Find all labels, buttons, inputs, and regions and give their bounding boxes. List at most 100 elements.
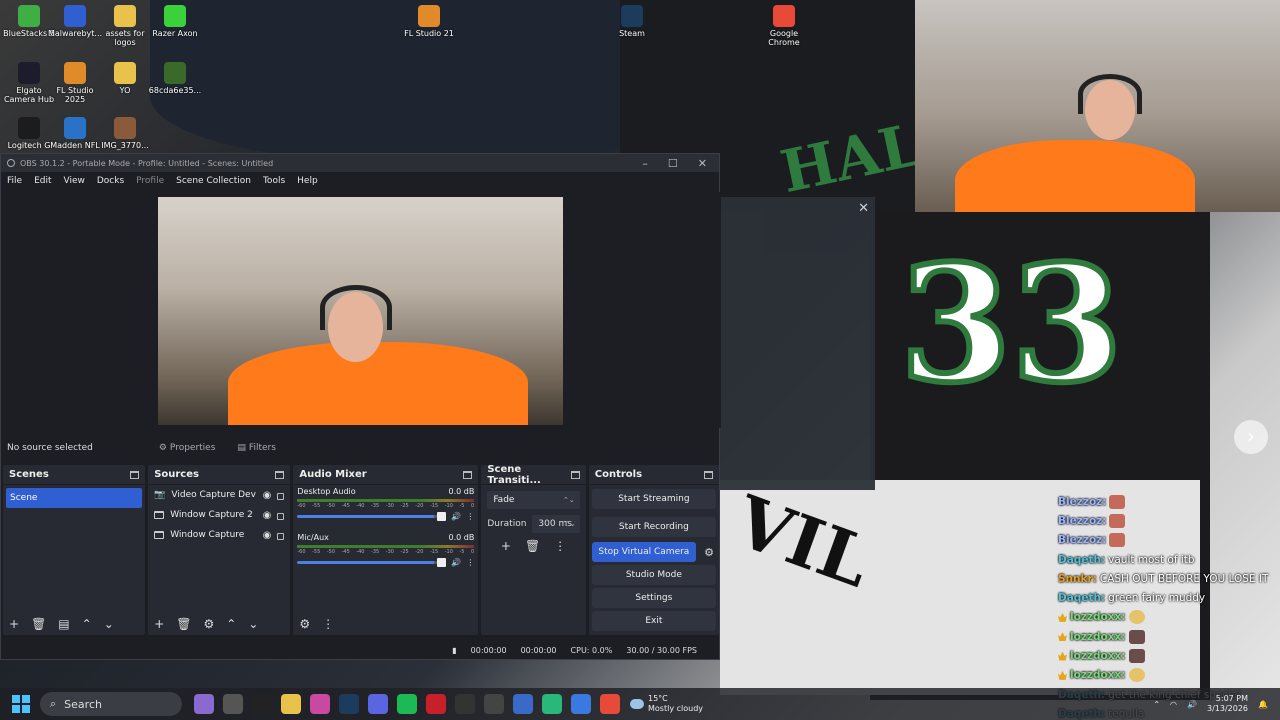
volume-slider[interactable]: [297, 558, 447, 567]
chevron-down-icon[interactable]: ⌄: [104, 617, 114, 631]
taskbar-app-icon[interactable]: [542, 694, 562, 714]
minimize-icon[interactable]: –: [642, 157, 648, 170]
chevron-up-icon[interactable]: ⌃: [1153, 700, 1160, 709]
studio-mode-button[interactable]: Studio Mode: [591, 565, 716, 585]
clock[interactable]: 5:07 PM 3/13/2026: [1207, 694, 1248, 714]
taskbar-app-icon[interactable]: [484, 694, 504, 714]
taskbar-app-icon[interactable]: [426, 694, 446, 714]
desktop-icon[interactable]: Steam: [603, 5, 661, 38]
more-icon[interactable]: ⋮: [322, 617, 334, 631]
menu-help[interactable]: Help: [297, 176, 318, 186]
lock-icon[interactable]: [277, 492, 285, 500]
source-row[interactable]: Window Capture ◉: [148, 525, 290, 545]
taskbar-app-icon[interactable]: [600, 694, 620, 714]
more-icon[interactable]: ⋮: [466, 558, 474, 567]
scene-item[interactable]: Scene: [6, 488, 143, 508]
more-icon[interactable]: ⋮: [466, 512, 474, 521]
chevron-right-icon[interactable]: ›: [1234, 420, 1268, 454]
gear-icon[interactable]: ⚙: [203, 617, 214, 631]
transition-select[interactable]: Fade: [487, 491, 580, 509]
obs-titlebar[interactable]: OBS 30.1.2 - Portable Mode - Profile: Un…: [1, 154, 719, 172]
filter-icon[interactable]: ▤: [58, 617, 69, 631]
menu-profile[interactable]: Profile: [136, 176, 164, 186]
volume-knob[interactable]: [437, 512, 447, 521]
popout-icon[interactable]: [704, 470, 713, 479]
taskbar-app-icon[interactable]: [368, 694, 388, 714]
weather-widget[interactable]: 15°C Mostly cloudy: [630, 694, 703, 714]
taskbar-app-icon[interactable]: [397, 694, 417, 714]
maximize-icon[interactable]: ☐: [668, 157, 678, 170]
desktop-icon[interactable]: FL Studio 21: [400, 5, 458, 38]
advanced-audio-icon[interactable]: ⚙: [299, 617, 310, 631]
desktop-icon[interactable]: Google Chrome: [755, 5, 813, 47]
desktop-icon[interactable]: Razer Axon: [146, 5, 204, 38]
add-icon[interactable]: +: [501, 539, 511, 553]
filters-button[interactable]: ▤ Filters: [231, 441, 282, 455]
menu-view[interactable]: View: [64, 176, 85, 186]
volume-knob[interactable]: [437, 558, 447, 567]
volume-slider[interactable]: [297, 512, 447, 521]
dimmed-window[interactable]: ✕: [720, 197, 875, 490]
desktop-icon[interactable]: 68cda6e35...: [146, 62, 204, 95]
settings-button[interactable]: Settings: [591, 588, 716, 608]
popout-icon[interactable]: [571, 470, 580, 479]
menu-docks[interactable]: Docks: [97, 176, 124, 186]
wifi-icon[interactable]: ◠: [1170, 700, 1177, 709]
bell-icon[interactable]: 🔔: [1258, 700, 1268, 709]
chat-text: CASH OUT BEFORE YOU LOSE IT: [1099, 572, 1269, 585]
program-preview[interactable]: [158, 197, 563, 425]
exit-button[interactable]: Exit: [591, 611, 716, 631]
stop-virtual-camera-button[interactable]: Stop Virtual Camera: [591, 542, 696, 562]
lock-icon[interactable]: [277, 532, 285, 540]
add-icon[interactable]: +: [154, 617, 164, 631]
more-icon[interactable]: ⋮: [554, 539, 566, 553]
add-icon[interactable]: +: [9, 617, 19, 631]
popout-icon[interactable]: [275, 470, 285, 479]
windows-start-icon[interactable]: [12, 695, 30, 713]
eye-icon[interactable]: ◉: [263, 490, 272, 501]
chevron-up-icon[interactable]: ⌃: [82, 617, 92, 631]
trash-icon[interactable]: 🗑: [176, 617, 191, 631]
popout-icon[interactable]: [130, 470, 140, 479]
taskbar-app-icon[interactable]: [455, 694, 475, 714]
close-icon[interactable]: ✕: [698, 157, 707, 170]
taskbar-search[interactable]: ⌕ Search: [40, 692, 182, 716]
chevron-down-icon[interactable]: ⌄: [248, 617, 258, 631]
taskbar-app-icon[interactable]: [281, 694, 301, 714]
taskbar-app-icon[interactable]: [223, 694, 243, 714]
menu-file[interactable]: File: [7, 176, 22, 186]
eye-icon[interactable]: ◉: [263, 530, 272, 541]
properties-button[interactable]: ⚙ Properties: [153, 441, 222, 455]
duration-input[interactable]: 300 ms: [532, 515, 580, 533]
source-row[interactable]: Window Capture 2 ◉: [148, 505, 290, 525]
popout-icon[interactable]: [463, 470, 473, 479]
speaker-icon[interactable]: 🔊: [1187, 700, 1197, 709]
speaker-icon[interactable]: 🔊: [451, 558, 461, 567]
lock-icon[interactable]: [277, 512, 285, 520]
taskbar-app-icon[interactable]: [571, 694, 591, 714]
menu-scene-collection[interactable]: Scene Collection: [176, 176, 251, 186]
app-icon: [114, 5, 136, 27]
taskbar-app-icon[interactable]: [339, 694, 359, 714]
gear-icon[interactable]: ⚙: [699, 546, 719, 559]
camera-preview-window[interactable]: [915, 0, 1280, 212]
desktop-icon[interactable]: IMG_3770...: [96, 117, 154, 150]
trash-icon[interactable]: 🗑: [31, 617, 46, 631]
trash-icon[interactable]: 🗑: [525, 539, 540, 553]
taskbar-app-icon[interactable]: [310, 694, 330, 714]
taskbar-app-icon[interactable]: [194, 694, 214, 714]
taskbar-app-icon[interactable]: [513, 694, 533, 714]
source-row[interactable]: 📷 Video Capture Dev ◉: [148, 485, 290, 505]
mixer-channel: Mic/Aux 0.0 dB -60 -55 -50 -45 -40 -35 -30 -25-…: [293, 531, 478, 567]
chat-username: lozzdoxx:: [1070, 630, 1126, 643]
start-recording-button[interactable]: Start Recording: [591, 517, 716, 537]
start-streaming-button[interactable]: Start Streaming: [591, 489, 716, 509]
close-icon[interactable]: ✕: [858, 201, 869, 216]
menu-edit[interactable]: Edit: [34, 176, 51, 186]
eye-icon[interactable]: ◉: [263, 510, 272, 521]
speaker-icon[interactable]: 🔊: [451, 512, 461, 521]
obs-window[interactable]: OBS 30.1.2 - Portable Mode - Profile: Un…: [0, 153, 721, 660]
menu-tools[interactable]: Tools: [263, 176, 285, 186]
taskbar-app-icon[interactable]: [252, 694, 272, 714]
chevron-up-icon[interactable]: ⌃: [226, 617, 236, 631]
